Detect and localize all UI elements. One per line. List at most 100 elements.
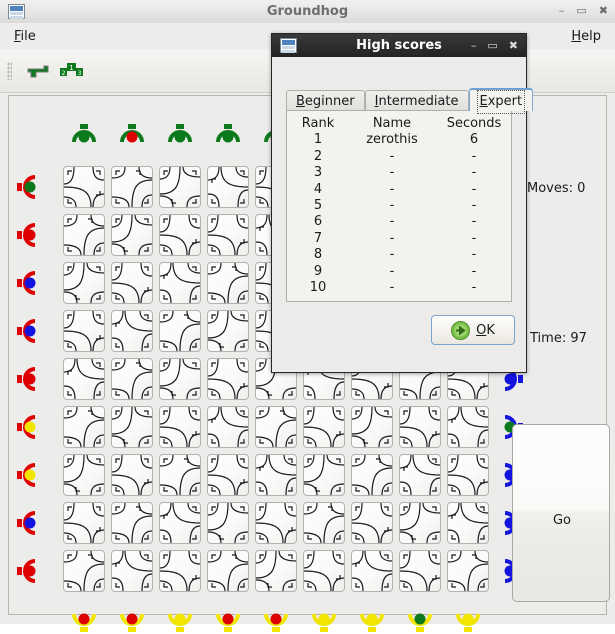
board-tile[interactable] xyxy=(303,550,345,592)
marker-top-3[interactable] xyxy=(215,122,241,148)
board-tile[interactable] xyxy=(159,550,201,592)
board-tile[interactable] xyxy=(111,406,153,448)
board-tile[interactable] xyxy=(159,262,201,304)
marker-bottom-1[interactable] xyxy=(119,608,145,634)
board-tile[interactable] xyxy=(63,166,105,208)
table-row[interactable]: 4 - - xyxy=(287,182,513,198)
marker-top-0[interactable] xyxy=(71,122,97,148)
board-tile[interactable] xyxy=(351,454,393,496)
board-tile[interactable] xyxy=(159,166,201,208)
marker-bottom-4[interactable] xyxy=(263,608,289,634)
table-row[interactable]: 2 - - xyxy=(287,149,513,165)
marker-top-2[interactable] xyxy=(167,122,193,148)
board-tile[interactable] xyxy=(303,406,345,448)
board-tile[interactable] xyxy=(111,262,153,304)
board-tile[interactable] xyxy=(351,550,393,592)
marker-left-8[interactable] xyxy=(15,558,41,584)
marker-left-7[interactable] xyxy=(15,510,41,536)
table-row[interactable]: 8 - - xyxy=(287,247,513,263)
dialog-minimize-icon[interactable]: – xyxy=(471,38,477,53)
board-tile[interactable] xyxy=(159,454,201,496)
start-game-button[interactable] xyxy=(24,58,52,84)
marker-bottom-7[interactable] xyxy=(407,608,433,634)
table-row[interactable]: 1 zerothis 6 xyxy=(287,132,513,148)
board-tile[interactable] xyxy=(447,406,489,448)
board-tile[interactable] xyxy=(63,358,105,400)
board-tile[interactable] xyxy=(159,358,201,400)
marker-left-2[interactable] xyxy=(15,270,41,296)
menu-help[interactable]: Help xyxy=(565,27,607,46)
minimize-icon[interactable]: – xyxy=(559,3,565,19)
board-tile[interactable] xyxy=(159,310,201,352)
board-tile[interactable] xyxy=(351,406,393,448)
board-tile[interactable] xyxy=(63,454,105,496)
board-tile[interactable] xyxy=(447,502,489,544)
table-row[interactable]: 10 - - xyxy=(287,280,513,296)
board-tile[interactable] xyxy=(63,406,105,448)
board-tile[interactable] xyxy=(207,262,249,304)
board-tile[interactable] xyxy=(63,550,105,592)
board-tile[interactable] xyxy=(207,166,249,208)
tab-beginner[interactable]: Beginner xyxy=(286,90,365,111)
board-tile[interactable] xyxy=(111,502,153,544)
board-tile[interactable] xyxy=(207,454,249,496)
board-tile[interactable] xyxy=(159,502,201,544)
marker-left-6[interactable] xyxy=(15,462,41,488)
board-tile[interactable] xyxy=(63,310,105,352)
board-tile[interactable] xyxy=(255,502,297,544)
board-tile[interactable] xyxy=(159,406,201,448)
menu-file[interactable]: File xyxy=(8,27,42,46)
ok-button[interactable]: OK xyxy=(431,315,515,345)
board-tile[interactable] xyxy=(207,310,249,352)
marker-left-3[interactable] xyxy=(15,318,41,344)
board-tile[interactable] xyxy=(63,262,105,304)
table-row[interactable]: 6 - - xyxy=(287,214,513,230)
marker-left-5[interactable] xyxy=(15,414,41,440)
go-button[interactable]: Go xyxy=(512,424,610,602)
board-tile[interactable] xyxy=(447,454,489,496)
board-tile[interactable] xyxy=(255,406,297,448)
board-tile[interactable] xyxy=(399,454,441,496)
marker-bottom-3[interactable] xyxy=(215,608,241,634)
board-tile[interactable] xyxy=(207,550,249,592)
marker-left-0[interactable] xyxy=(15,174,41,200)
marker-bottom-2[interactable] xyxy=(167,608,193,634)
marker-top-1[interactable] xyxy=(119,122,145,148)
board-tile[interactable] xyxy=(63,214,105,256)
board-tile[interactable] xyxy=(111,550,153,592)
table-row[interactable]: 3 - - xyxy=(287,165,513,181)
board-tile[interactable] xyxy=(399,406,441,448)
board-tile[interactable] xyxy=(111,214,153,256)
board-tile[interactable] xyxy=(303,454,345,496)
toolbar-grip[interactable] xyxy=(7,62,12,80)
marker-left-1[interactable] xyxy=(15,222,41,248)
board-tile[interactable] xyxy=(111,358,153,400)
high-scores-button[interactable]: 1 2 3 xyxy=(58,58,86,84)
board-tile[interactable] xyxy=(255,454,297,496)
table-row[interactable]: 5 - - xyxy=(287,198,513,214)
board-tile[interactable] xyxy=(207,502,249,544)
close-icon[interactable]: ✖ xyxy=(599,3,608,19)
board-tile[interactable] xyxy=(159,214,201,256)
dialog-maximize-icon[interactable]: ▭ xyxy=(487,38,497,53)
board-tile[interactable] xyxy=(255,550,297,592)
marker-left-4[interactable] xyxy=(15,366,41,392)
tab-intermediate[interactable]: Intermediate xyxy=(364,90,469,111)
board-tile[interactable] xyxy=(399,550,441,592)
board-tile[interactable] xyxy=(111,166,153,208)
table-row[interactable]: 9 - - xyxy=(287,264,513,280)
tab-expert[interactable]: Expert xyxy=(468,88,534,114)
board-tile[interactable] xyxy=(351,502,393,544)
board-tile[interactable] xyxy=(207,214,249,256)
board-tile[interactable] xyxy=(447,550,489,592)
marker-bottom-8[interactable] xyxy=(455,608,481,634)
table-row[interactable]: 7 - - xyxy=(287,231,513,247)
board-tile[interactable] xyxy=(207,406,249,448)
board-tile[interactable] xyxy=(303,502,345,544)
marker-bottom-0[interactable] xyxy=(71,608,97,634)
board-tile[interactable] xyxy=(111,454,153,496)
board-tile[interactable] xyxy=(207,358,249,400)
marker-bottom-6[interactable] xyxy=(359,608,385,634)
maximize-icon[interactable]: ▭ xyxy=(576,3,586,19)
board-tile[interactable] xyxy=(63,502,105,544)
